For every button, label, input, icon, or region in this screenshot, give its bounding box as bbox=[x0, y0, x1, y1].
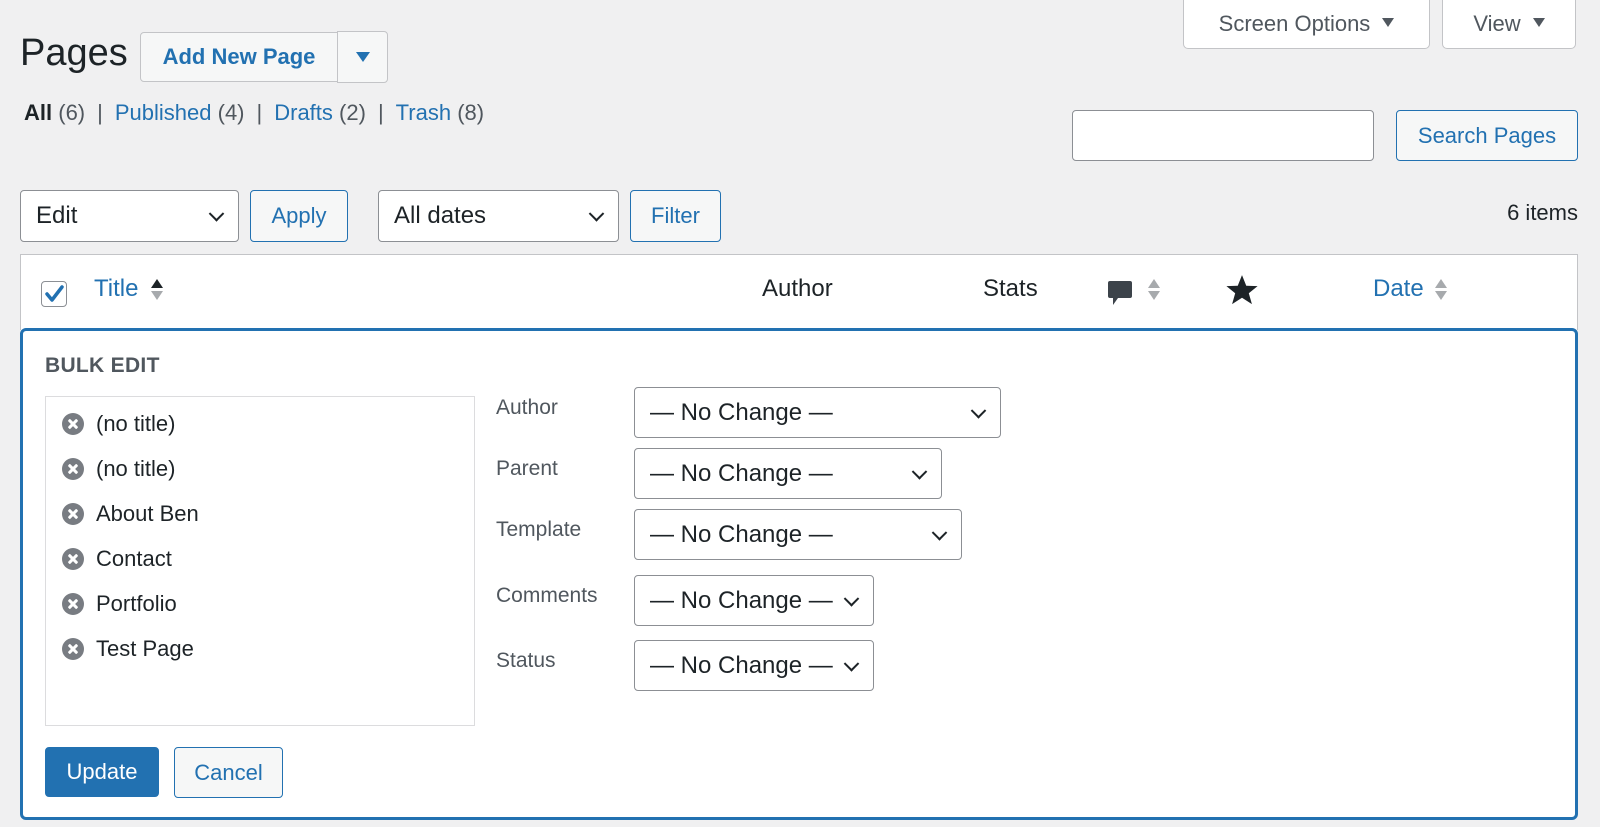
template-label: Template bbox=[496, 518, 582, 541]
remove-icon[interactable] bbox=[62, 548, 84, 570]
author-label: Author bbox=[496, 396, 558, 419]
screen-options-button[interactable]: Screen Options bbox=[1183, 0, 1430, 49]
bulk-titles-list: (no title) (no title) About Ben Contact … bbox=[45, 396, 475, 726]
list-item: (no title) bbox=[62, 454, 175, 484]
chevron-down-icon bbox=[911, 463, 928, 480]
chevron-down-icon bbox=[931, 524, 948, 541]
column-author: Author bbox=[762, 275, 833, 302]
status-select[interactable]: — No Change — bbox=[634, 640, 874, 691]
filter-published[interactable]: Published (4) bbox=[115, 100, 245, 126]
separator: | bbox=[256, 100, 263, 125]
remove-icon[interactable] bbox=[62, 413, 84, 435]
comments-select[interactable]: — No Change — bbox=[634, 575, 874, 626]
caret-down-icon bbox=[1532, 17, 1545, 27]
page-title: Pages bbox=[20, 32, 128, 74]
column-stats: Stats bbox=[983, 275, 1038, 302]
checkmark-icon bbox=[45, 285, 64, 302]
screen-options-label: Screen Options bbox=[1218, 11, 1371, 36]
cancel-button[interactable]: Cancel bbox=[174, 747, 283, 798]
filter-drafts[interactable]: Drafts (2) bbox=[274, 100, 366, 126]
caret-down-icon bbox=[355, 52, 370, 62]
sort-indicator-icon bbox=[1435, 279, 1447, 300]
separator: | bbox=[377, 100, 384, 125]
search-pages-input[interactable] bbox=[1072, 110, 1374, 161]
caret-down-icon bbox=[1382, 17, 1395, 27]
comments-label: Comments bbox=[496, 584, 598, 607]
filter-trash[interactable]: Trash (8) bbox=[396, 100, 484, 126]
remove-icon[interactable] bbox=[62, 638, 84, 660]
update-button[interactable]: Update bbox=[45, 747, 159, 797]
comment-icon[interactable] bbox=[1107, 279, 1133, 316]
chevron-down-icon bbox=[843, 590, 860, 607]
view-label: View bbox=[1473, 11, 1521, 36]
remove-icon[interactable] bbox=[62, 503, 84, 525]
table-header: Title Author Stats Date bbox=[20, 254, 1578, 330]
bulk-edit-heading: BULK EDIT bbox=[45, 354, 160, 377]
parent-select[interactable]: — No Change — bbox=[634, 448, 942, 499]
chevron-down-icon bbox=[970, 402, 987, 419]
bulk-edit-panel: BULK EDIT (no title) (no title) About Be… bbox=[20, 328, 1578, 820]
status-label: Status bbox=[496, 649, 556, 672]
list-item: About Ben bbox=[62, 499, 199, 529]
search-pages-button[interactable]: Search Pages bbox=[1396, 110, 1578, 161]
apply-button[interactable]: Apply bbox=[250, 190, 348, 242]
filter-button[interactable]: Filter bbox=[630, 190, 721, 242]
status-filter-links: All (6) | Published (4) | Drafts (2) | T… bbox=[24, 100, 484, 126]
bulk-action-value: Edit bbox=[36, 202, 78, 229]
filter-all[interactable]: All (6) bbox=[24, 100, 85, 126]
chevron-down-icon bbox=[843, 655, 860, 672]
add-new-dropdown-toggle[interactable] bbox=[337, 31, 388, 83]
select-all-checkbox[interactable] bbox=[41, 281, 67, 307]
view-button[interactable]: View bbox=[1442, 0, 1576, 49]
column-date[interactable]: Date bbox=[1373, 275, 1424, 303]
bulk-action-select[interactable]: Edit bbox=[20, 190, 239, 242]
date-filter-select[interactable]: All dates bbox=[378, 190, 619, 242]
items-count: 6 items bbox=[1507, 200, 1578, 225]
add-new-page-button[interactable]: Add New Page bbox=[140, 32, 338, 82]
chevron-down-icon bbox=[588, 206, 605, 222]
remove-icon[interactable] bbox=[62, 593, 84, 615]
date-filter-value: All dates bbox=[394, 202, 487, 229]
list-item: (no title) bbox=[62, 409, 175, 439]
list-item: Test Page bbox=[62, 634, 194, 664]
sort-indicator-icon bbox=[151, 279, 163, 300]
list-item: Contact bbox=[62, 544, 172, 574]
separator: | bbox=[97, 100, 103, 125]
chevron-down-icon bbox=[208, 206, 225, 222]
parent-label: Parent bbox=[496, 457, 558, 480]
template-select[interactable]: — No Change — bbox=[634, 509, 962, 560]
star-icon bbox=[1225, 273, 1259, 312]
sort-indicator-icon bbox=[1148, 279, 1160, 300]
author-select[interactable]: — No Change — bbox=[634, 387, 1001, 438]
column-title[interactable]: Title bbox=[94, 275, 138, 303]
remove-icon[interactable] bbox=[62, 458, 84, 480]
list-item: Portfolio bbox=[62, 589, 177, 619]
